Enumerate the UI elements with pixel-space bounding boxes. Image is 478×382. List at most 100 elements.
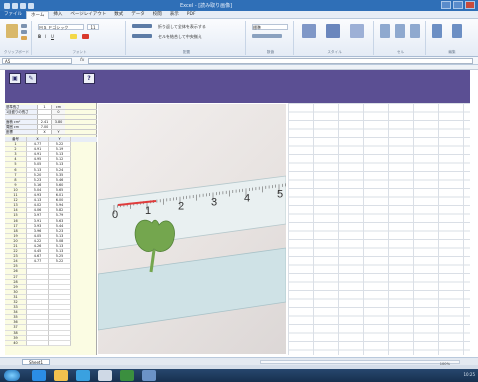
delete-cells-icon[interactable]: [395, 24, 405, 38]
info-table: 基準長さ 1 cm 1目盛りの長さ 0 面積 cm² 2.41 3.80 周囲 cm 7.00 座標…: [5, 105, 97, 135]
info-value[interactable]: [37, 110, 51, 114]
tab-view[interactable]: 表示: [166, 11, 183, 19]
horizontal-scrollbar[interactable]: [260, 360, 460, 364]
align-center-icon[interactable]: [132, 34, 152, 38]
italic-icon[interactable]: I: [45, 34, 46, 39]
info-key[interactable]: 基準長さ: [5, 105, 37, 109]
window-controls: [441, 1, 475, 9]
info-key[interactable]: 座標: [5, 130, 37, 134]
tab-home[interactable]: ホーム: [26, 10, 50, 19]
format-as-table-icon[interactable]: [326, 24, 340, 38]
maximize-button[interactable]: [453, 1, 463, 9]
tab-formulas[interactable]: 数式: [110, 11, 127, 19]
y-cell[interactable]: [49, 340, 71, 346]
undo-icon[interactable]: [20, 2, 26, 9]
cell-grid[interactable]: [288, 103, 470, 355]
folder-icon[interactable]: [54, 370, 68, 381]
number-group-label: 数値: [266, 50, 275, 54]
info-value[interactable]: 1: [37, 105, 51, 109]
paste-icon[interactable]: [6, 24, 18, 38]
info-unit[interactable]: Y: [51, 130, 65, 134]
fx-icon[interactable]: fx: [80, 58, 84, 63]
info-unit[interactable]: [51, 125, 65, 129]
clipboard-group: クリップボード: [2, 21, 32, 55]
ruler-label: 4: [244, 192, 250, 204]
percent-icon[interactable]: [252, 34, 282, 38]
system-clock: 10:25: [463, 372, 475, 377]
tab-page-layout[interactable]: ページレイアウト: [66, 11, 110, 19]
underline-icon[interactable]: U: [51, 34, 54, 39]
font-name-select[interactable]: ＭＳ Ｐゴシック: [38, 24, 84, 30]
info-unit[interactable]: cm: [51, 105, 65, 109]
info-value[interactable]: X: [37, 130, 51, 134]
info-unit[interactable]: [51, 115, 65, 119]
measurement-photo: 0 1 2 3 4 5: [98, 104, 286, 354]
edit-icon[interactable]: ✎: [25, 73, 37, 84]
font-color-icon[interactable]: [82, 34, 89, 39]
app-icon[interactable]: [98, 370, 112, 381]
minimize-button[interactable]: [441, 1, 451, 9]
sort-filter-icon[interactable]: [432, 24, 442, 38]
leaf: [134, 219, 175, 252]
styles-group: スタイル: [296, 21, 374, 55]
info-key[interactable]: [5, 115, 37, 119]
excel-taskbar-icon[interactable]: [120, 370, 134, 381]
worksheet[interactable]: ▣ ✎ ? 基準長さ 1 cm 1目盛りの長さ 0 面積 cm² 2.41 3.80 周囲 cm…: [0, 65, 478, 357]
row-number[interactable]: 40: [5, 340, 27, 346]
wrap-text-button[interactable]: 折り返して全体を表示する: [158, 24, 206, 30]
tab-insert[interactable]: 挿入: [49, 11, 66, 19]
merge-center-button[interactable]: セルを結合して中央揃え: [158, 34, 202, 40]
explorer-icon[interactable]: [142, 370, 156, 381]
bold-icon[interactable]: B: [38, 34, 41, 39]
font-group-label: フォント: [72, 50, 87, 54]
zoom-level[interactable]: 100%: [440, 362, 450, 366]
help-button[interactable]: ?: [83, 73, 95, 84]
name-box[interactable]: A5: [2, 58, 72, 64]
toolbar-band: ▣ ✎ ?: [5, 70, 470, 103]
image-icon[interactable]: ▣: [9, 73, 21, 84]
font-group: ＭＳ Ｐゴシック 11 B I U フォント: [34, 21, 126, 55]
ruler: [98, 175, 286, 251]
copy-icon[interactable]: [21, 30, 27, 34]
info-key[interactable]: 周囲 cm: [5, 125, 37, 129]
ruler-label: 5: [277, 188, 283, 200]
redo-icon[interactable]: [28, 2, 34, 9]
align-top-icon[interactable]: [132, 24, 152, 28]
formula-input[interactable]: [88, 58, 473, 64]
ie-icon[interactable]: [32, 370, 46, 381]
tab-data[interactable]: データ: [127, 11, 149, 19]
cut-icon[interactable]: [21, 24, 27, 28]
format-cells-icon[interactable]: [410, 24, 420, 38]
info-unit[interactable]: 0: [51, 110, 65, 114]
font-size-select[interactable]: 11: [87, 24, 99, 30]
info-unit[interactable]: 3.80: [51, 120, 65, 124]
info-value[interactable]: [37, 115, 51, 119]
info-key[interactable]: 1目盛りの長さ: [5, 110, 37, 114]
info-value[interactable]: 2.41: [37, 120, 51, 124]
close-button[interactable]: [465, 1, 475, 9]
taskbar: 10:25: [0, 369, 478, 382]
tab-file[interactable]: ファイル: [0, 10, 26, 19]
clipboard-group-label: クリップボード: [3, 50, 30, 54]
alignment-group: 折り返して全体を表示する セルを結合して中央揃え 配置: [128, 21, 246, 55]
tab-pdf[interactable]: PDF: [183, 11, 200, 19]
insert-cells-icon[interactable]: [380, 24, 390, 38]
info-key[interactable]: 面積 cm²: [5, 120, 37, 124]
media-icon[interactable]: [76, 370, 90, 381]
styles-group-label: スタイル: [327, 50, 342, 54]
info-value[interactable]: 7.00: [37, 125, 51, 129]
find-select-icon[interactable]: [452, 24, 462, 38]
coordinate-table: 番号 X Y 1 4.77 5.22 2 4.91 5.19 3 4.91 5.13 4 4.95 5.12…: [5, 137, 97, 346]
save-icon[interactable]: [12, 2, 18, 9]
cell-styles-icon[interactable]: [350, 24, 364, 38]
editing-group: 編集: [428, 21, 476, 55]
sheet-tab-bar: Sheet1: [0, 357, 478, 365]
x-cell[interactable]: [27, 340, 49, 346]
tab-review[interactable]: 校閲: [149, 11, 166, 19]
conditional-format-icon[interactable]: [302, 24, 316, 38]
number-format-select[interactable]: 標準: [252, 24, 288, 30]
fill-color-icon[interactable]: [70, 34, 77, 39]
ruler-label: 2: [178, 201, 184, 213]
format-painter-icon[interactable]: [21, 36, 27, 40]
start-button-icon[interactable]: [4, 370, 20, 381]
